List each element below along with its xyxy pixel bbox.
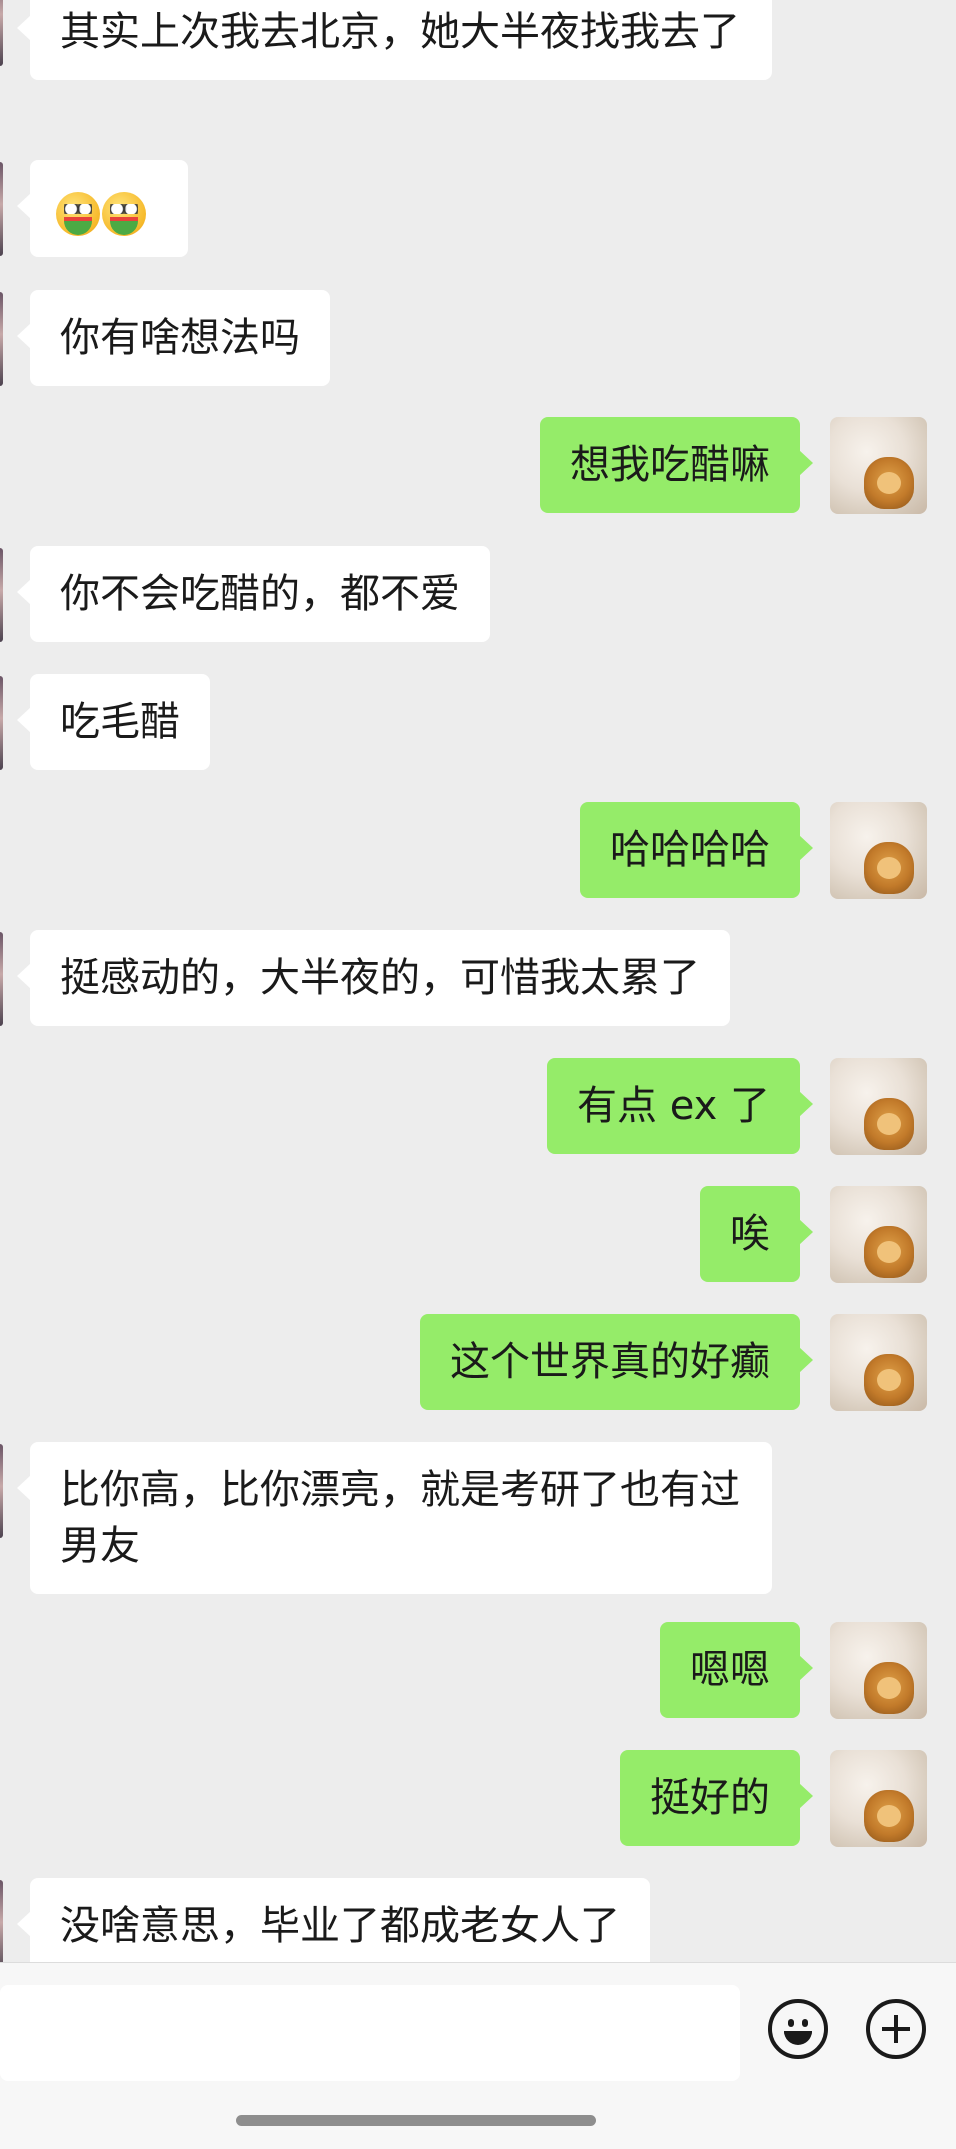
smiley-eye — [802, 2019, 808, 2027]
contact-avatar[interactable] — [0, 162, 3, 256]
smiley-mouth — [784, 2031, 812, 2045]
lion-face — [877, 1241, 901, 1263]
message-text: 有点 ex 了 — [576, 1083, 770, 1129]
message-input[interactable] — [0, 1985, 740, 2081]
message-bubble[interactable]: 挺感动的，大半夜的，可惜我太累了 — [17, 930, 730, 1026]
lion-face — [877, 1677, 901, 1699]
message-text: 没啥意思，毕业了都成老女人了 — [60, 1903, 620, 1949]
lion-face — [877, 1805, 901, 1827]
message-bubble[interactable]: 没啥意思，毕业了都成老女人了 — [17, 1878, 650, 1962]
contact-avatar[interactable] — [0, 676, 3, 770]
contact-avatar[interactable] — [0, 932, 3, 1026]
lion-face — [877, 1369, 901, 1391]
message-text: 比你高，比你漂亮，就是考研了也有过男友 — [60, 1467, 740, 1569]
message-text: 嗯嗯 — [690, 1647, 770, 1693]
user-avatar[interactable] — [830, 417, 927, 514]
contact-avatar[interactable] — [0, 1444, 3, 1538]
contact-avatar[interactable] — [0, 1880, 3, 1962]
user-avatar[interactable] — [830, 1058, 927, 1155]
message-text: 这个世界真的好癫 — [450, 1339, 770, 1385]
message-bubble[interactable]: 吃毛醋 — [17, 674, 210, 770]
message-text: 唉 — [730, 1211, 770, 1257]
message-bubble[interactable]: 哈哈哈哈 — [580, 802, 813, 898]
message-bubble[interactable]: 你不会吃醋的，都不爱 — [17, 546, 490, 642]
chat-messages-area[interactable]: 其实上次我去北京，她大半夜找我去了 你有啥想法吗 想我吃醋嘛 你不会吃醋的，都不… — [0, 0, 956, 1962]
message-text: 想我吃醋嘛 — [570, 442, 770, 488]
message-bubble[interactable]: 比你高，比你漂亮，就是考研了也有过男友 — [17, 1442, 772, 1594]
user-avatar[interactable] — [830, 1186, 927, 1283]
plus-circle-icon[interactable] — [866, 1999, 926, 2059]
user-avatar[interactable] — [830, 1622, 927, 1719]
contact-avatar[interactable] — [0, 548, 3, 642]
smiley-icon[interactable] — [768, 1999, 828, 2059]
message-bubble[interactable] — [17, 160, 188, 257]
lion-face — [877, 1113, 901, 1135]
message-text: 你有啥想法吗 — [60, 315, 300, 361]
message-text: 挺好的 — [650, 1775, 770, 1821]
message-text: 挺感动的，大半夜的，可惜我太累了 — [60, 955, 700, 1001]
message-bubble[interactable]: 想我吃醋嘛 — [540, 417, 813, 513]
message-bubble[interactable]: 有点 ex 了 — [546, 1058, 814, 1154]
grinning-watermelon-emoji-icon — [102, 192, 146, 236]
message-text: 其实上次我去北京，她大半夜找我去了 — [60, 9, 740, 55]
home-indicator[interactable] — [236, 2115, 596, 2126]
message-bubble[interactable]: 其实上次我去北京，她大半夜找我去了 — [17, 0, 772, 80]
user-avatar[interactable] — [830, 1314, 927, 1411]
message-bubble[interactable]: 唉 — [700, 1186, 813, 1282]
contact-avatar[interactable] — [0, 292, 3, 386]
contact-avatar[interactable] — [0, 0, 3, 66]
lion-face — [877, 857, 901, 879]
message-text: 你不会吃醋的，都不爱 — [60, 571, 460, 617]
message-bubble[interactable]: 挺好的 — [620, 1750, 813, 1846]
plus-vertical — [894, 2015, 898, 2043]
message-input-bar — [0, 1962, 956, 2149]
user-avatar[interactable] — [830, 802, 927, 899]
message-text: 吃毛醋 — [60, 699, 180, 745]
user-avatar[interactable] — [830, 1750, 927, 1847]
message-bubble[interactable]: 这个世界真的好癫 — [420, 1314, 813, 1410]
grinning-watermelon-emoji-icon — [56, 192, 100, 236]
message-bubble[interactable]: 你有啥想法吗 — [17, 290, 330, 386]
lion-face — [877, 472, 901, 494]
smiley-eye — [788, 2019, 794, 2027]
message-text: 哈哈哈哈 — [610, 827, 770, 873]
message-bubble[interactable]: 嗯嗯 — [660, 1622, 813, 1718]
